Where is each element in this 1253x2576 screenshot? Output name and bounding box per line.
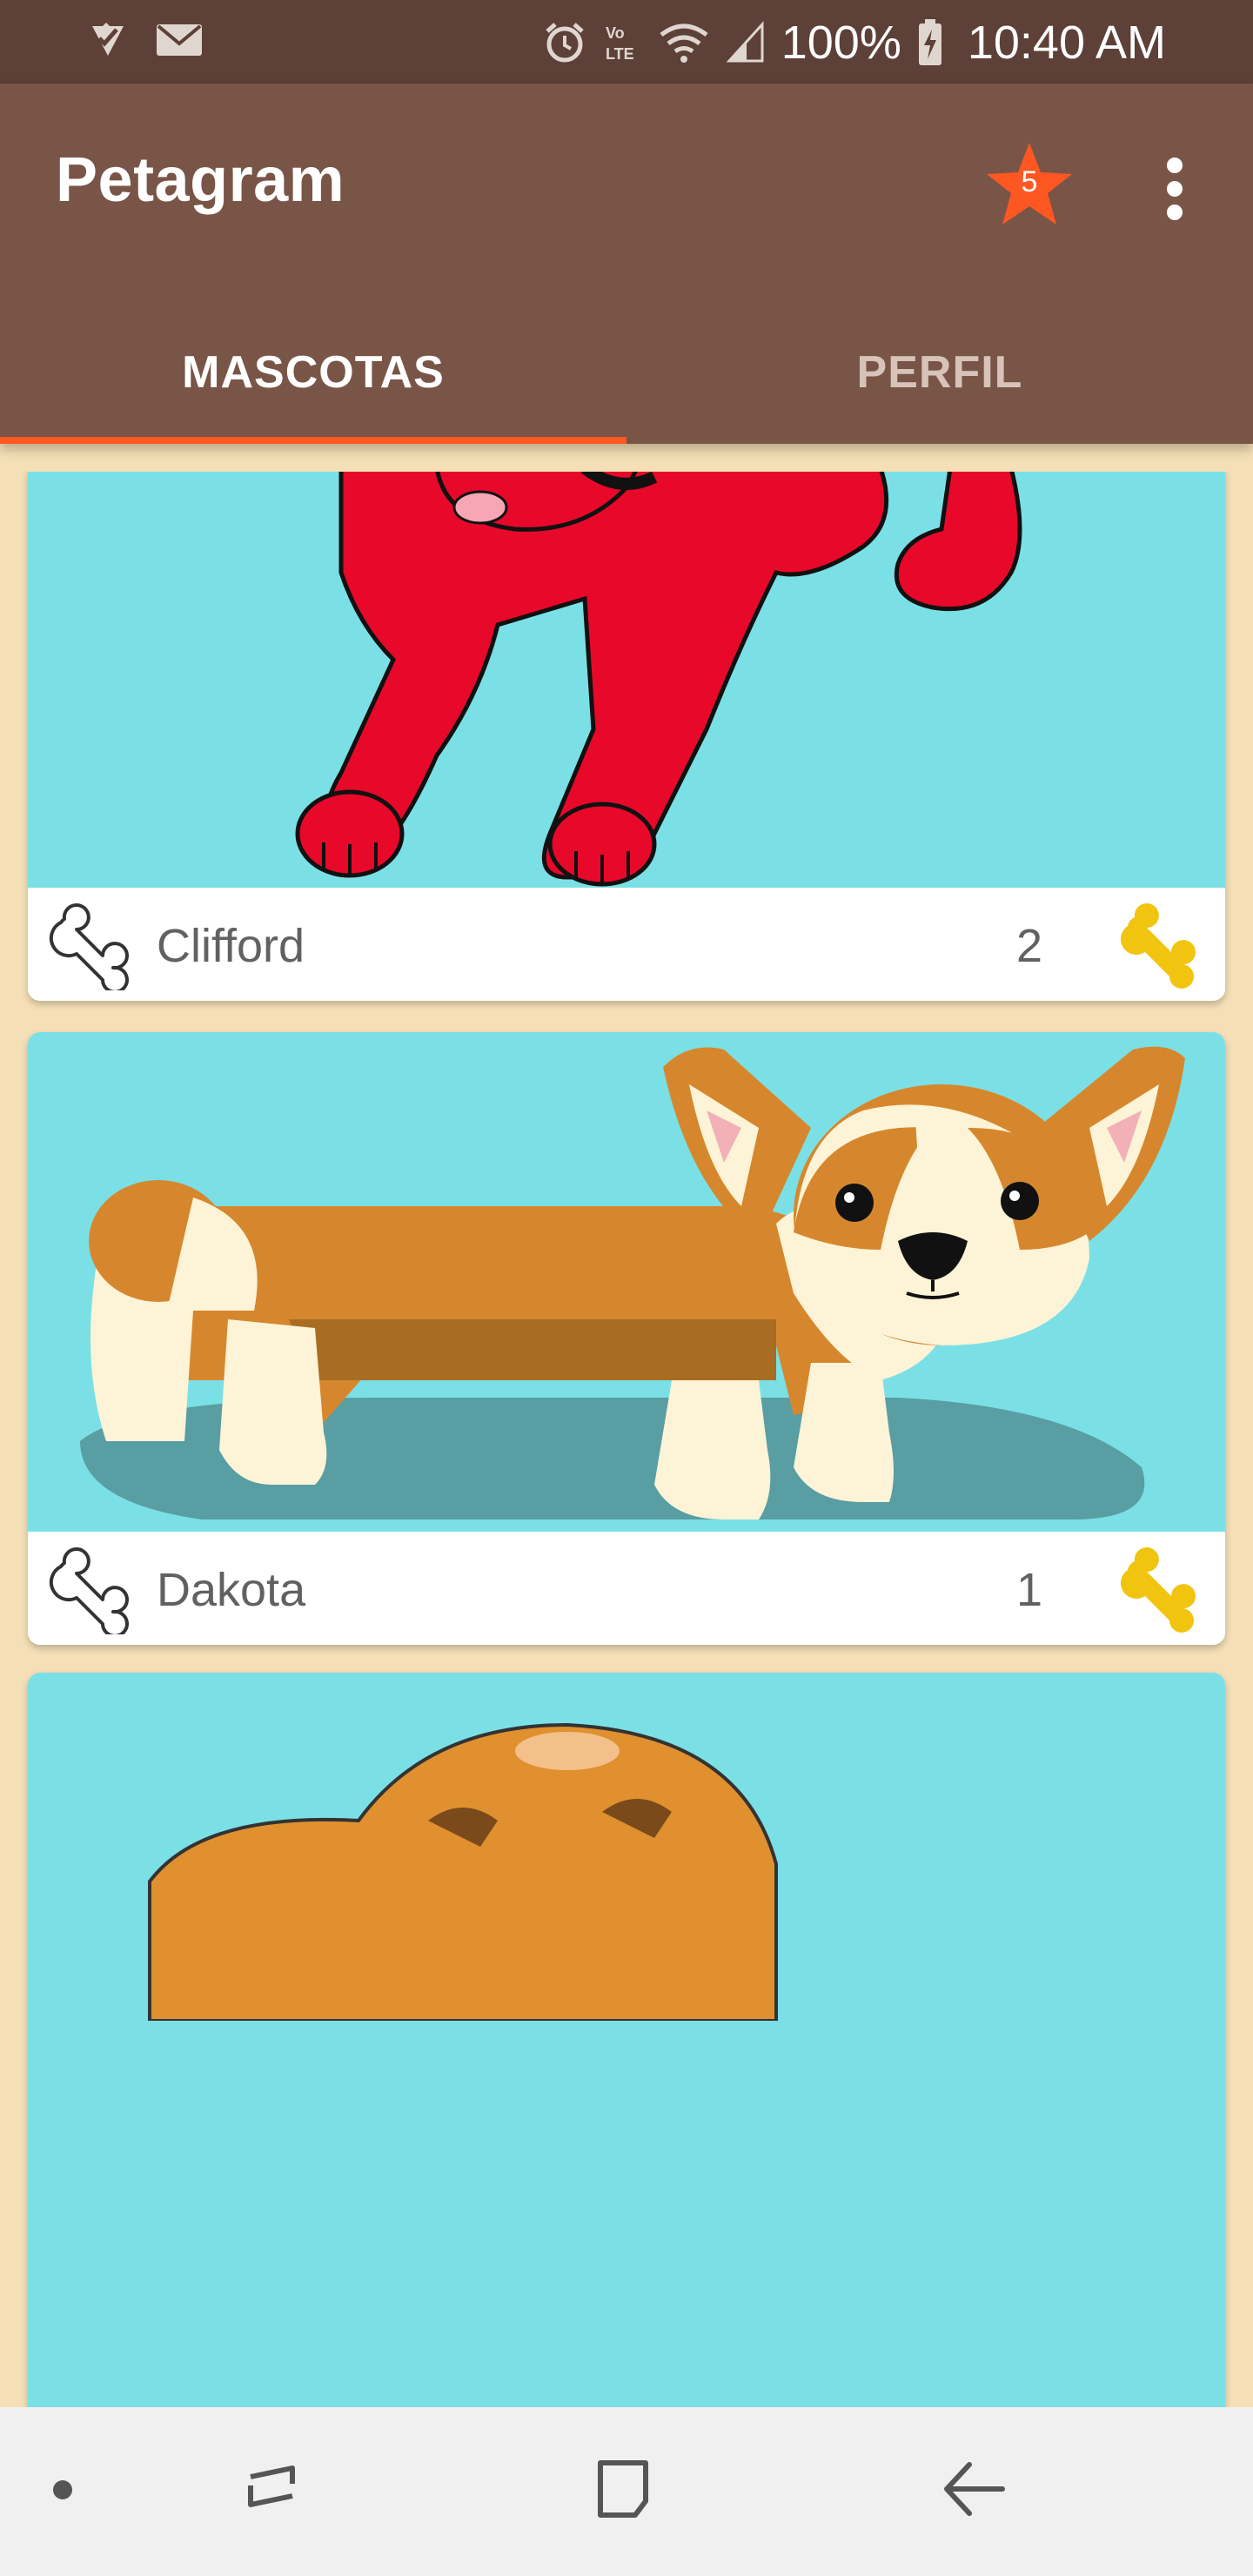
tab-indicator [0, 437, 626, 444]
app-bar: Petagram 5 MASCOTAS PERFIL [0, 84, 1253, 444]
bone-rating-icon [1120, 903, 1196, 989]
tab-bar: MASCOTAS PERFIL [0, 301, 1253, 444]
pet-photo [28, 1673, 1225, 2407]
status-time: 10:40 AM [967, 17, 1166, 69]
clifford-illustration [295, 472, 1022, 887]
favorites-button[interactable]: 5 [982, 138, 1077, 233]
pet-info-bar: Dakota 1 [28, 1532, 1225, 1645]
alarm-icon [546, 23, 584, 63]
battery-charging-icon [918, 19, 941, 65]
pet-card[interactable] [28, 1673, 1225, 2407]
svg-text:Vo: Vo [606, 24, 625, 42]
system-nav-bar [0, 2407, 1253, 2576]
app-title: Petagram [56, 145, 345, 215]
pet-info-bar: Clifford 2 [28, 888, 1225, 1001]
pet-likes-count: 1 [1015, 1564, 1042, 1616]
tab-mascotas[interactable]: MASCOTAS [0, 301, 626, 444]
bone-rating-icon [1120, 1547, 1196, 1633]
more-options-button[interactable] [1149, 150, 1201, 228]
pet-photo [28, 472, 1225, 888]
tab-perfil-label: PERFIL [856, 347, 1023, 398]
pet-card[interactable]: Dakota 1 [28, 1032, 1225, 1645]
pet-name: Clifford [157, 920, 305, 972]
tab-perfil[interactable]: PERFIL [626, 301, 1253, 444]
status-bar: Vo LTE 100% 10:40 AM [0, 0, 1253, 84]
dot-icon[interactable] [44, 2451, 122, 2529]
favorites-count: 5 [1021, 165, 1038, 198]
checklist-icon [92, 23, 124, 56]
volte-icon: Vo LTE [606, 24, 634, 63]
pet-card[interactable]: Clifford 2 [28, 472, 1225, 1001]
bone-outline-icon[interactable] [42, 1544, 132, 1634]
pet-list[interactable]: Clifford 2 Dakota 1 [0, 472, 1253, 2407]
pet-illustration [148, 1722, 778, 2023]
wifi-icon [660, 23, 708, 63]
more-vert-icon [1167, 158, 1183, 220]
pet-photo [28, 1032, 1225, 1532]
tab-mascotas-label: MASCOTAS [182, 347, 445, 398]
svg-text:LTE: LTE [606, 45, 634, 63]
pet-likes-count: 2 [1015, 920, 1042, 972]
pet-name: Dakota [157, 1564, 306, 1616]
signal-icon [726, 21, 764, 63]
mail-icon [157, 24, 202, 56]
bone-outline-icon[interactable] [42, 900, 132, 990]
back-icon[interactable] [936, 2451, 1015, 2529]
home-icon[interactable] [585, 2451, 663, 2529]
recent-apps-icon[interactable] [235, 2451, 313, 2529]
battery-percent: 100% [781, 17, 901, 69]
dakota-illustration [80, 1046, 1185, 1519]
